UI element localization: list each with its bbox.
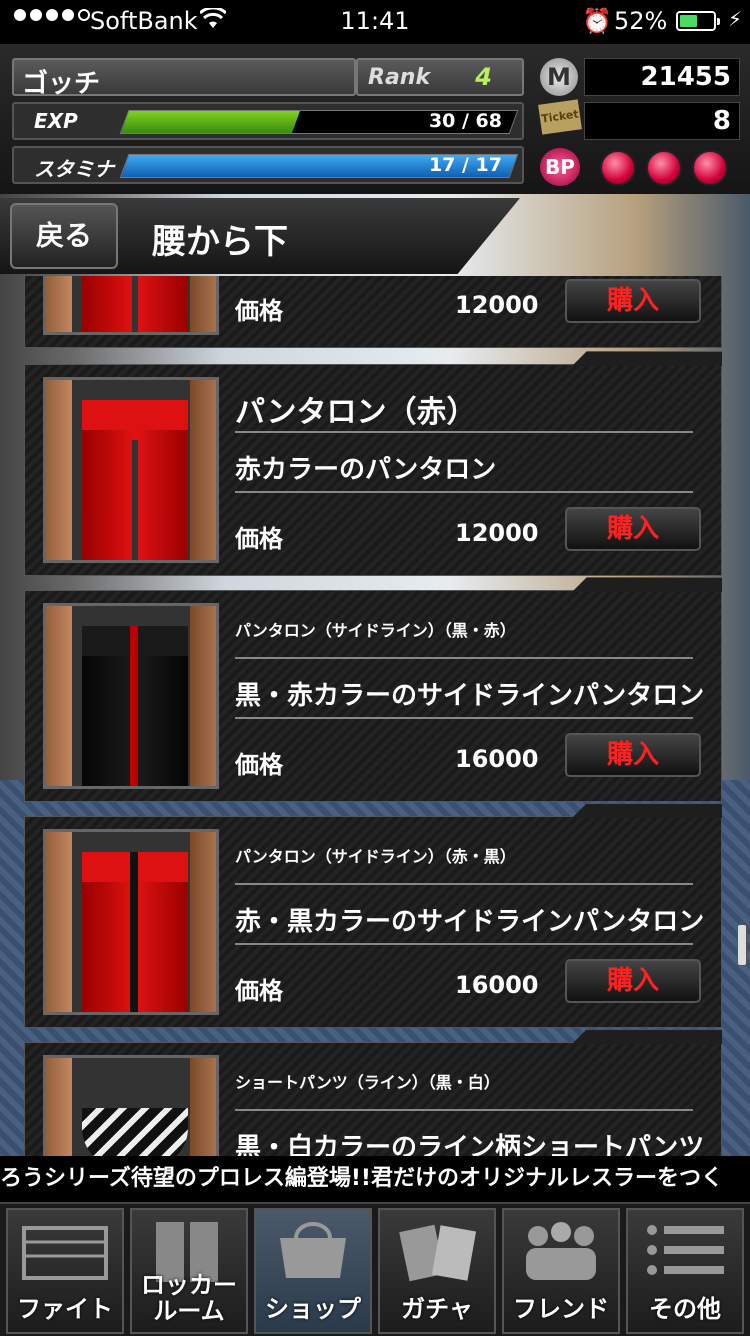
- player-name-box: ゴッチ: [12, 58, 356, 99]
- item-name: ショートパンツ（ライン）（黒・白）: [235, 1073, 500, 1092]
- item-description: 赤カラーのパンタロン: [235, 455, 497, 485]
- battery-icon: [676, 11, 720, 31]
- player-name: ゴッチ: [22, 69, 101, 99]
- player-hud: ゴッチ Rank 4 EXP 30 / 68 スタミナ 17 / 17 M 21…: [0, 44, 750, 194]
- news-ticker: ろうシリーズ待望のプロレス編登場!!君だけのオリジナルレスラーをつく: [0, 1156, 750, 1202]
- item-name: パンタロン（赤）: [235, 395, 477, 430]
- coin-count: 21455: [584, 58, 740, 96]
- ticket-count: 8: [584, 102, 740, 140]
- item-thumbnail: [43, 276, 219, 335]
- pants-image: [82, 276, 188, 332]
- exp-bar: EXP 30 / 68: [12, 102, 524, 140]
- buy-button[interactable]: 購入: [565, 959, 701, 1003]
- bp-icon: BP: [540, 148, 580, 186]
- shop-item-card[interactable]: パンタロン（サイドライン）（赤・黒） 赤・黒カラーのサイドラインパンタロン 価格 16…: [24, 803, 722, 1028]
- price-label: 価格: [235, 977, 283, 1005]
- price-value: 12000: [455, 291, 539, 319]
- ring-icon: [18, 1218, 112, 1284]
- page-title: 腰から下: [152, 222, 288, 262]
- price-value: 16000: [455, 745, 539, 773]
- cards-icon: [390, 1218, 484, 1284]
- scrollbar[interactable]: [737, 924, 747, 966]
- bp-orb-icon: [692, 150, 728, 186]
- charging-icon: ⚡: [728, 7, 743, 31]
- tab-label: ファイト: [17, 1295, 113, 1323]
- exp-value: 30 / 68: [428, 110, 502, 132]
- rank-label: Rank: [368, 65, 431, 90]
- tab-label: その他: [649, 1295, 721, 1323]
- people-icon: [514, 1218, 608, 1284]
- tab-cards[interactable]: ガチャ: [378, 1208, 496, 1334]
- price-value: 12000: [455, 519, 539, 547]
- tab-shop[interactable]: ショップ: [254, 1208, 372, 1334]
- rank-value: 4: [475, 63, 492, 91]
- status-bar: SoftBank 11:41 ⏰ 52% ⚡: [0, 0, 750, 44]
- stamina-value: 17 / 17: [428, 154, 502, 176]
- tab-label: フレンド: [513, 1295, 609, 1323]
- shop-item-card[interactable]: パンタロン（サイドライン）（黒・赤） 黒・赤カラーのサイドラインパンタロン 価格 16…: [24, 577, 722, 802]
- stamina-bar: スタミナ 17 / 17: [12, 146, 524, 184]
- item-thumbnail: [43, 1055, 219, 1156]
- price-label: 価格: [235, 751, 283, 779]
- shop-item-card[interactable]: ショートパンツ（ライン）（黒・白）黒・白カラーのライン柄ショートパンツ価格購入: [24, 1029, 722, 1156]
- item-description: 赤・黒カラーのサイドラインパンタロン: [235, 907, 705, 937]
- item-description: 黒・白カラーのライン柄ショートパンツ: [235, 1133, 705, 1156]
- item-list[interactable]: 価格 12000 購入 パンタロン（赤） 赤カラーのパンタロン 価格 12000 購入 パンタロ…: [0, 276, 750, 1156]
- tab-people[interactable]: フレンド: [502, 1208, 620, 1334]
- rank-box: Rank 4: [356, 58, 524, 96]
- tab-label: ショップ: [265, 1295, 361, 1323]
- price-value: 16000: [455, 971, 539, 999]
- buy-button[interactable]: 購入: [565, 279, 701, 323]
- buy-button[interactable]: 購入: [565, 733, 701, 777]
- tab-ring[interactable]: ファイト: [6, 1208, 124, 1334]
- price-label: 価格: [235, 525, 283, 553]
- coin-icon: M: [540, 58, 578, 96]
- stamina-label: スタミナ: [34, 157, 114, 181]
- pants-image: [82, 400, 188, 560]
- tab-list[interactable]: その他: [626, 1208, 744, 1334]
- bp-orb-icon: [600, 150, 636, 186]
- item-thumbnail: [43, 377, 219, 563]
- ticket-icon: Ticket: [538, 99, 582, 135]
- item-thumbnail: [43, 829, 219, 1015]
- list-icon: [638, 1218, 732, 1284]
- tab-locker[interactable]: ロッカー ルーム: [130, 1208, 248, 1334]
- item-thumbnail: [43, 603, 219, 789]
- exp-label: EXP: [34, 109, 78, 133]
- item-name: パンタロン（サイドライン）（黒・赤）: [235, 621, 516, 640]
- shop-item-card[interactable]: パンタロン（赤） 赤カラーのパンタロン 価格 12000 購入: [24, 351, 722, 576]
- back-button[interactable]: 戻る: [10, 203, 118, 269]
- battery-percent: 52%: [614, 7, 668, 35]
- tab-bar: ファイト ロッカー ルーム ショップ ガチャ フレンド その他: [0, 1202, 750, 1336]
- buy-button[interactable]: 購入: [565, 507, 701, 551]
- tab-label: ロッカー ルーム: [141, 1271, 237, 1325]
- pants-image: [82, 626, 188, 786]
- item-description: 黒・赤カラーのサイドラインパンタロン: [235, 681, 705, 711]
- bp-orb-icon: [646, 150, 682, 186]
- shop-icon: [266, 1218, 360, 1284]
- price-label: 価格: [235, 297, 283, 325]
- pants-image: [82, 852, 188, 1012]
- shop-item-card[interactable]: 価格 12000 購入: [24, 276, 722, 348]
- pants-image: [82, 1078, 188, 1156]
- item-name: パンタロン（サイドライン）（赤・黒）: [235, 847, 516, 866]
- alarm-icon: ⏰: [582, 7, 612, 35]
- tab-label: ガチャ: [401, 1295, 473, 1323]
